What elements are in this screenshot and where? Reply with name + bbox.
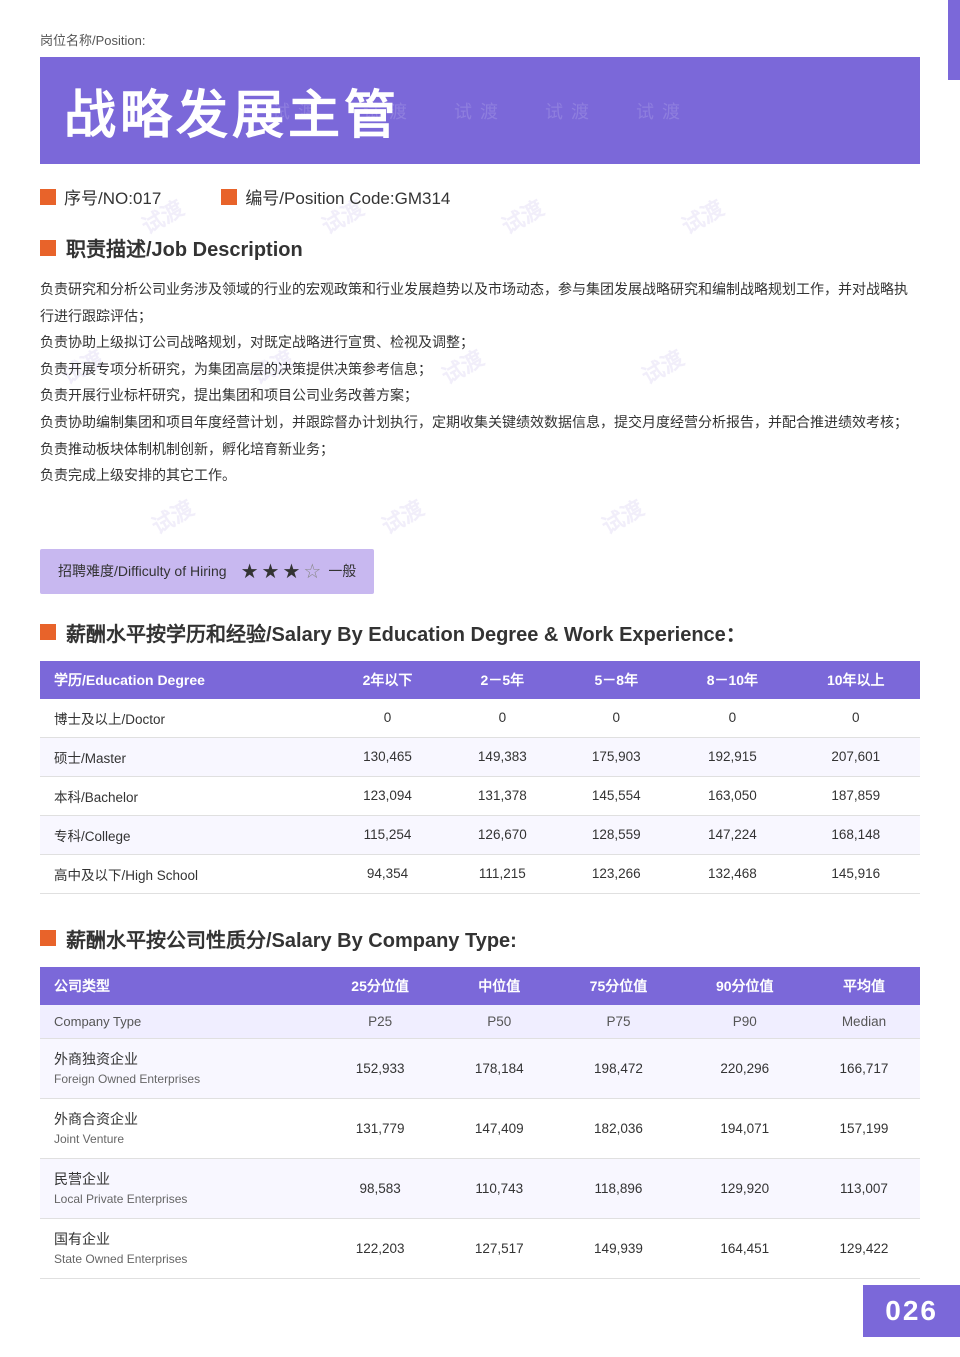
no-icon bbox=[40, 189, 56, 205]
job-desc-title: 职责描述/Job Description bbox=[66, 233, 303, 262]
degree-college: 专科/College bbox=[40, 815, 330, 854]
job-line-1: 负责研究和分析公司业务涉及领域的行业的宏观政策和行业发展趋势以及市场动态，参与集… bbox=[40, 276, 920, 329]
code-text: 编号/Position Code:GM314 bbox=[245, 184, 450, 209]
degree-master: 硕士/Master bbox=[40, 737, 330, 776]
table-row: 硕士/Master 130,465 149,383 175,903 192,91… bbox=[40, 737, 920, 776]
job-line-3: 负责开展专项分析研究，为集团高层的决策提供决策参考信息； bbox=[40, 356, 920, 383]
salary-company-header: 薪酬水平按公司性质分/Salary By Company Type: bbox=[40, 924, 920, 953]
job-desc-icon bbox=[40, 240, 56, 256]
salary-edu-header: 薪酬水平按学历和经验/Salary By Education Degree & … bbox=[40, 618, 920, 647]
joint-venture-cell: 外商合资企业 Joint Venture bbox=[40, 1098, 317, 1158]
salary-edu-title: 薪酬水平按学历和经验/Salary By Education Degree & … bbox=[66, 618, 746, 647]
doctor-v4: 0 bbox=[673, 699, 791, 738]
table-row: 本科/Bachelor 123,094 131,378 145,554 163,… bbox=[40, 776, 920, 815]
p90-label: P90 bbox=[682, 1005, 808, 1039]
job-line-7: 负责完成上级安排的其它工作。 bbox=[40, 462, 920, 489]
doctor-v5: 0 bbox=[791, 699, 920, 738]
doctor-v3: 0 bbox=[559, 699, 673, 738]
code-item: 编号/Position Code:GM314 bbox=[221, 184, 450, 209]
median-label: Median bbox=[808, 1005, 920, 1039]
difficulty-section: 招聘难度/Difficulty of Hiring ★ ★ ★ ☆ 一般 bbox=[40, 549, 374, 594]
col-8-10y: 8－10年 bbox=[673, 661, 791, 699]
col-p50: 中位值 bbox=[443, 967, 555, 1005]
salary-company-icon bbox=[40, 930, 56, 946]
doctor-v2: 0 bbox=[445, 699, 559, 738]
table-row: 专科/College 115,254 126,670 128,559 147,2… bbox=[40, 815, 920, 854]
col-degree: 学历/Education Degree bbox=[40, 661, 330, 699]
no-item: 序号/NO:017 bbox=[40, 184, 161, 209]
company-type-label: Company Type bbox=[40, 1005, 317, 1039]
company-type-row: 民营企业 Local Private Enterprises 98,583 11… bbox=[40, 1158, 920, 1218]
table-row: 博士及以上/Doctor 0 0 0 0 0 bbox=[40, 699, 920, 738]
job-line-5: 负责协助编制集团和项目年度经营计划，并跟踪督办计划执行，定期收集关键绩效数据信息… bbox=[40, 409, 920, 436]
company-subheader-row: Company Type P25 P50 P75 P90 Median bbox=[40, 1005, 920, 1039]
info-row: 序号/NO:017 编号/Position Code:GM314 bbox=[40, 184, 920, 209]
company-header-row: 公司类型 25分位值 中位值 75分位值 90分位值 平均值 bbox=[40, 967, 920, 1005]
salary-company-table: 公司类型 25分位值 中位值 75分位值 90分位值 平均值 Company T… bbox=[40, 967, 920, 1279]
degree-doctor: 博士及以上/Doctor bbox=[40, 699, 330, 738]
local-private-cell: 民营企业 Local Private Enterprises bbox=[40, 1158, 317, 1218]
company-type-row: 国有企业 State Owned Enterprises 122,203 127… bbox=[40, 1218, 920, 1278]
job-desc-header: 职责描述/Job Description bbox=[40, 233, 920, 262]
job-line-4: 负责开展行业标杆研究，提出集团和项目公司业务改善方案； bbox=[40, 382, 920, 409]
col-p75: 75分位值 bbox=[555, 967, 681, 1005]
star-4: ☆ bbox=[303, 559, 321, 584]
table-row: 高中及以下/High School 94,354 111,215 123,266… bbox=[40, 854, 920, 893]
job-line-2: 负责协助上级拟订公司战略规划，对既定战略进行宣贯、检视及调整； bbox=[40, 329, 920, 356]
job-line-6: 负责推动板块体制机制创新，孵化培育新业务； bbox=[40, 436, 920, 463]
degree-bachelor: 本科/Bachelor bbox=[40, 776, 330, 815]
p75-label: P75 bbox=[555, 1005, 681, 1039]
star-3: ★ bbox=[282, 559, 300, 584]
state-owned-cell: 国有企业 State Owned Enterprises bbox=[40, 1218, 317, 1278]
col-median: 平均值 bbox=[808, 967, 920, 1005]
top-accent-bar bbox=[948, 0, 960, 80]
p25-label: P25 bbox=[317, 1005, 443, 1039]
foreign-owned-cell: 外商独资企业 Foreign Owned Enterprises bbox=[40, 1038, 317, 1098]
col-2y: 2年以下 bbox=[330, 661, 446, 699]
job-description: 负责研究和分析公司业务涉及领域的行业的宏观政策和行业发展趋势以及市场动态，参与集… bbox=[40, 276, 920, 489]
salary-edu-section: 薪酬水平按学历和经验/Salary By Education Degree & … bbox=[40, 618, 920, 894]
difficulty-label: 招聘难度/Difficulty of Hiring bbox=[58, 561, 227, 581]
col-company-type: 公司类型 bbox=[40, 967, 317, 1005]
col-p25: 25分位值 bbox=[317, 967, 443, 1005]
salary-company-title: 薪酬水平按公司性质分/Salary By Company Type: bbox=[66, 924, 517, 953]
stars: ★ ★ ★ ☆ 一般 bbox=[241, 559, 357, 584]
col-10y: 10年以上 bbox=[791, 661, 920, 699]
star-1: ★ bbox=[241, 559, 259, 584]
salary-edu-icon bbox=[40, 624, 56, 640]
salary-edu-table: 学历/Education Degree 2年以下 2－5年 5－8年 8－10年… bbox=[40, 661, 920, 894]
degree-highschool: 高中及以下/High School bbox=[40, 854, 330, 893]
company-type-row: 外商独资企业 Foreign Owned Enterprises 152,933… bbox=[40, 1038, 920, 1098]
col-5-8y: 5－8年 bbox=[559, 661, 673, 699]
salary-edu-header-row: 学历/Education Degree 2年以下 2－5年 5－8年 8－10年… bbox=[40, 661, 920, 699]
position-label: 岗位名称/Position: bbox=[40, 30, 920, 49]
code-icon bbox=[221, 189, 237, 205]
star-2: ★ bbox=[262, 559, 280, 584]
salary-company-section: 薪酬水平按公司性质分/Salary By Company Type: 公司类型 … bbox=[40, 924, 920, 1279]
col-p90: 90分位值 bbox=[682, 967, 808, 1005]
p50-label: P50 bbox=[443, 1005, 555, 1039]
col-2-5y: 2－5年 bbox=[445, 661, 559, 699]
company-type-row: 外商合资企业 Joint Venture 131,779 147,409 182… bbox=[40, 1098, 920, 1158]
title-banner: 试渡 试渡 试渡 试渡 试渡 战略发展主管 bbox=[40, 57, 920, 164]
difficulty-text: 一般 bbox=[328, 561, 356, 581]
page-number: 026 bbox=[863, 1285, 960, 1337]
no-text: 序号/NO:017 bbox=[64, 184, 161, 209]
doctor-v1: 0 bbox=[330, 699, 446, 738]
page-title: 战略发展主管 bbox=[64, 73, 896, 148]
